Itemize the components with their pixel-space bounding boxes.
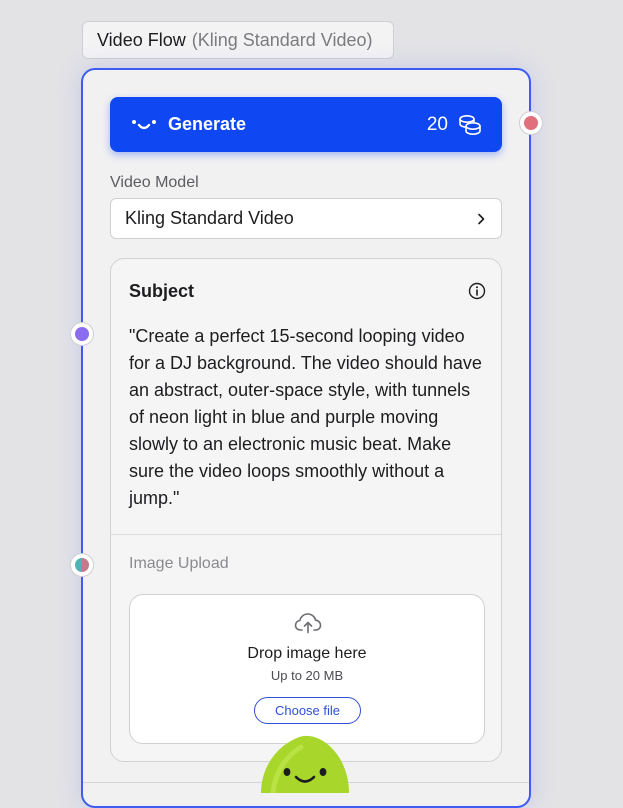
info-icon[interactable] [468,282,486,300]
output-handle-dot [524,116,538,130]
subject-handle-dot [75,327,89,341]
cloud-upload-icon [294,613,322,634]
chevron-right-icon [478,213,485,224]
flow-title: Video Flow (Kling Standard Video) [82,21,394,59]
subject-panel: Subject "Create a perfect 15-second loop… [110,258,502,762]
image-dropzone[interactable]: Drop image here Up to 20 MB Choose file [129,594,485,744]
dropzone-limit: Up to 20 MB [270,668,344,683]
video-model-label: Video Model [110,174,199,191]
video-model-select[interactable]: Kling Standard Video [110,198,502,239]
flow-name: Video Flow [97,29,186,50]
choose-file-button[interactable]: Choose file [254,697,361,724]
video-model-value: Kling Standard Video [125,208,294,228]
mascot-icon[interactable] [255,733,355,793]
subject-title: Subject [129,281,195,301]
generate-label: Generate [168,114,247,134]
dropzone-title: Drop image here [247,645,367,662]
image-upload-label: Image Upload [129,555,229,572]
subject-input-handle[interactable] [70,322,94,346]
image-handle-dot [75,558,89,572]
image-input-handle[interactable] [70,553,94,577]
panel-divider [111,534,501,535]
generate-cost: 20 [426,113,448,135]
subject-text[interactable]: "Create a perfect 15-second looping vide… [129,323,489,512]
generate-button[interactable]: Generate 20 [110,97,502,152]
coins-icon [459,114,481,135]
flow-subtitle: (Kling Standard Video) [191,29,373,50]
output-handle[interactable] [519,111,543,135]
smile-icon [132,119,156,129]
